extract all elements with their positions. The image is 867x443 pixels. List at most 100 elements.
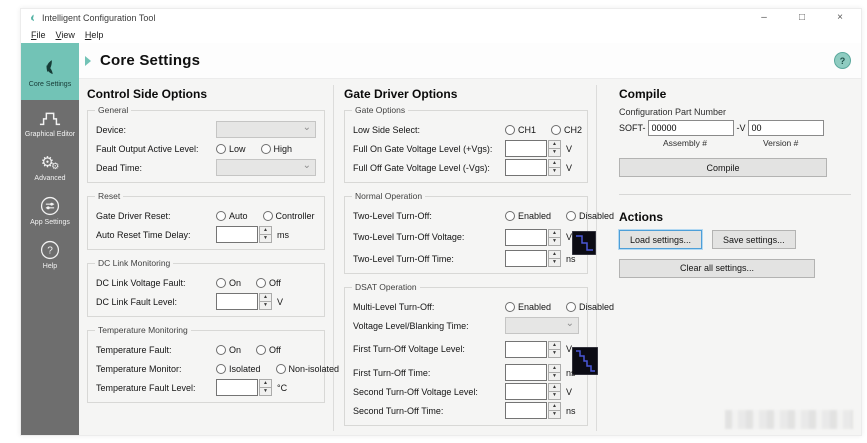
- assembly-number-input[interactable]: [647, 120, 734, 136]
- spin-down-button[interactable]: ▼: [548, 348, 561, 358]
- radio-button[interactable]: [216, 344, 226, 355]
- watermark: [725, 410, 853, 429]
- radio-option-on[interactable]: On: [216, 344, 241, 355]
- spin-input-auto-reset-time-delay[interactable]: [216, 226, 258, 243]
- dropdown-device[interactable]: ⌄: [216, 121, 316, 138]
- spin-down-button[interactable]: ▼: [548, 258, 561, 267]
- radio-button[interactable]: [505, 301, 515, 312]
- radio-button[interactable]: [256, 277, 267, 288]
- group-title: Reset: [95, 191, 124, 201]
- radio-option-ch2[interactable]: CH2: [551, 124, 582, 135]
- field-label: Temperature Fault:: [96, 344, 172, 355]
- spin-input-two-level-turn-off-time[interactable]: [505, 250, 547, 267]
- radio-option-ch1[interactable]: CH1: [505, 124, 537, 135]
- menu-help[interactable]: Help: [80, 30, 109, 40]
- radio-option-high[interactable]: High: [260, 143, 292, 154]
- spin-down-button[interactable]: ▼: [548, 148, 561, 157]
- part-number-label: Configuration Part Number: [619, 107, 727, 117]
- spin-input-second-turn-off-time[interactable]: [505, 402, 547, 419]
- spin-down-button[interactable]: ▼: [548, 372, 561, 381]
- spin-down-button[interactable]: ▼: [259, 234, 272, 243]
- radio-option-isolated[interactable]: Isolated: [216, 363, 261, 374]
- radio-option-enabled[interactable]: Enabled: [505, 301, 551, 312]
- menu-file[interactable]: File: [26, 30, 51, 40]
- sidebar-item-label: Graphical Editor: [24, 131, 76, 138]
- help-button[interactable]: ?: [834, 52, 851, 69]
- spin-input-full-on-gate-voltage-level-vgs[interactable]: [505, 140, 547, 157]
- spin-input-temperature-fault-level[interactable]: [216, 379, 258, 396]
- group-normal-operation: Normal Operation Two-Level Turn-Off: Enabl…: [344, 191, 614, 274]
- field-label: Dead Time:: [96, 162, 143, 173]
- spin-down-button[interactable]: ▼: [548, 167, 561, 176]
- radio-button[interactable]: [256, 344, 267, 355]
- sidebar-item-app-settings[interactable]: App Settings: [21, 188, 79, 232]
- form-row: Second Turn-Off Voltage Level: ▲ ▼ V: [353, 382, 579, 401]
- radio-button[interactable]: [216, 363, 226, 374]
- spin-input-full-off-gate-voltage-level-vgs[interactable]: [505, 159, 547, 176]
- close-button[interactable]: ×: [834, 13, 846, 23]
- spin-input-first-turn-off-time[interactable]: [505, 364, 547, 381]
- radio-label: On: [229, 277, 242, 288]
- version-number-input[interactable]: [747, 120, 824, 136]
- radio-button[interactable]: [566, 301, 577, 312]
- radio-button[interactable]: [260, 143, 271, 154]
- radio-option-non-isolated[interactable]: Non-isolated: [275, 363, 339, 374]
- spin-down-button[interactable]: ▼: [548, 236, 561, 246]
- minimize-button[interactable]: –: [758, 13, 770, 23]
- radio-option-controller[interactable]: Controller: [262, 210, 315, 221]
- radio-option-auto[interactable]: Auto: [216, 210, 248, 221]
- form-row: Temperature Monitor: Isolated Non-isolated: [96, 359, 339, 378]
- spin-down-button[interactable]: ▼: [259, 387, 272, 396]
- spinner-buttons: ▲ ▼: [548, 383, 561, 400]
- group-title: Temperature Monitoring: [95, 325, 191, 335]
- spin-input-two-level-turn-off-voltage[interactable]: [505, 228, 547, 246]
- spin-input-first-turn-off-voltage-level[interactable]: [505, 340, 547, 358]
- radio-option-on[interactable]: On: [216, 277, 242, 288]
- radio-option-off[interactable]: Off: [256, 277, 281, 288]
- maximize-button[interactable]: □: [796, 13, 808, 23]
- spin-control: ▲ ▼: [216, 226, 272, 243]
- radio-button[interactable]: [505, 210, 515, 221]
- spin-input-dc-link-fault-level[interactable]: [216, 293, 258, 310]
- save-settings-button[interactable]: Save settings...: [712, 230, 796, 249]
- radio-label: CH1: [518, 124, 537, 135]
- app-logo-icon: [28, 13, 38, 23]
- panel-title-actions: Actions: [619, 210, 664, 224]
- group-title: Gate Options: [352, 105, 409, 115]
- radio-button[interactable]: [216, 210, 226, 221]
- unit-label: V: [277, 296, 284, 307]
- sidebar-item-help[interactable]: ? Help: [21, 232, 79, 276]
- spin-down-button[interactable]: ▼: [259, 301, 272, 310]
- radio-button[interactable]: [566, 210, 577, 221]
- sidebar-item-advanced[interactable]: ⚙ ⚙ Advanced: [21, 144, 79, 188]
- radio-button[interactable]: [551, 124, 562, 135]
- spin-down-button[interactable]: ▼: [548, 410, 561, 419]
- clear-all-settings-button[interactable]: Clear all settings...: [619, 258, 815, 278]
- dropdown-voltage-level-blanking-time[interactable]: ⌄: [505, 317, 579, 334]
- radio-button[interactable]: [275, 363, 286, 374]
- load-settings-button[interactable]: Load settings...: [619, 230, 703, 249]
- radio-button[interactable]: [216, 277, 226, 288]
- part-number-row: SOFT- -V: [619, 120, 849, 136]
- sidebar-item-label: Core Settings: [28, 80, 72, 88]
- spinner-buttons: ▲ ▼: [259, 293, 272, 310]
- field-label: Device:: [96, 124, 127, 135]
- radio-option-enabled[interactable]: Enabled: [505, 210, 551, 221]
- svg-text:?: ?: [47, 246, 53, 257]
- radio-option-low[interactable]: Low: [216, 143, 246, 154]
- radio-option-off[interactable]: Off: [256, 344, 281, 355]
- dropdown-dead-time[interactable]: ⌄: [216, 159, 316, 176]
- group-title: DC Link Monitoring: [95, 258, 174, 268]
- sidebar-item-graphical-editor[interactable]: Graphical Editor: [21, 100, 79, 144]
- menu-view[interactable]: View: [51, 30, 80, 40]
- radio-button[interactable]: [216, 143, 226, 154]
- form-row: Fault Output Active Level: Low High: [96, 139, 316, 158]
- radio-button[interactable]: [262, 210, 273, 221]
- form-row: Two-Level Turn-Off Voltage: ▲ ▼ V: [353, 225, 597, 255]
- spin-input-second-turn-off-voltage-level[interactable]: [505, 383, 547, 400]
- spin-down-button[interactable]: ▼: [548, 391, 561, 400]
- form-row: Full On Gate Voltage Level (+Vgs): ▲ ▼ V: [353, 139, 579, 158]
- sidebar-item-core-settings[interactable]: Core Settings: [21, 43, 79, 100]
- compile-button[interactable]: Compile: [619, 158, 827, 177]
- radio-button[interactable]: [505, 124, 515, 135]
